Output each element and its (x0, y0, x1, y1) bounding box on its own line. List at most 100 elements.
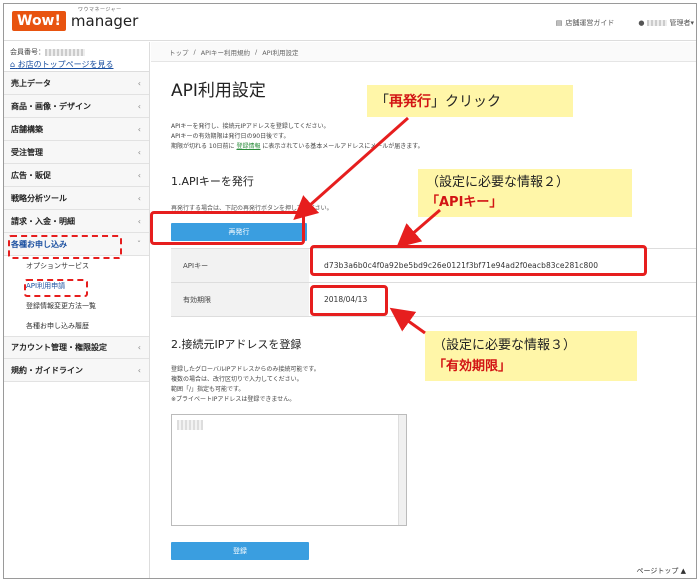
callout-text: 」クリック (431, 94, 501, 110)
callout-text-red: 「APIキー」 (426, 195, 503, 210)
sidebar-item-account[interactable]: アカウント管理・権限設定 ‹ (4, 336, 149, 359)
sidebar-subitem-label: オプションサービス (26, 262, 89, 270)
store-top-link-label: お店のトップページを見る (17, 60, 114, 69)
admin-menu[interactable]: ● 管理者▾ (638, 18, 694, 28)
guide-link[interactable]: ▤ 店舗運営ガイド (556, 18, 615, 28)
sidebar-item-products[interactable]: 商品・画像・デザイン ‹ (4, 95, 149, 118)
store-top-link[interactable]: ⌂ お店のトップページを見る (10, 59, 143, 70)
section-issue-key-title: 1.APIキーを発行 (171, 175, 254, 188)
logo[interactable]: Wow! manager ワウマネージャー (12, 7, 139, 31)
page-top-link[interactable]: ページトップ ▲ (637, 566, 686, 576)
sidebar-subitem-history[interactable]: 各種お申し込み履歴 (4, 316, 149, 336)
registration-info-link[interactable]: 登録情報 (236, 143, 260, 150)
desc-text: に表示されている基本メールアドレスにメールが届きます。 (260, 143, 424, 150)
section-ip-title: 2.接続元IPアドレスを登録 (171, 338, 302, 351)
sidebar-item-label: 受注管理 (11, 147, 43, 157)
ip-desc-line: 複数の場合は、改行区切りで入力してください。 (171, 376, 303, 383)
chevron-left-icon: ‹ (137, 193, 141, 203)
page-description: APIキーを発行し、接続元IPアドレスを登録してください。 APIキーの有効期限… (171, 122, 424, 152)
chevron-left-icon: ‹ (137, 78, 141, 88)
sidebar-item-label: 戦略分析ツール (11, 193, 67, 203)
ip-desc-line: ※プライベートIPアドレスは登録できません。 (171, 396, 296, 403)
main-content: トップ / APIキー利用規約 / API利用設定 API利用設定 APIキーを… (151, 42, 696, 578)
logo-manager: manager (70, 12, 139, 30)
book-icon: ▤ (555, 19, 563, 27)
highlight-reissue-button (150, 211, 305, 245)
textarea-scrollbar[interactable] (398, 415, 406, 525)
desc-line: 期限が切れる 10日前に 登録情報 に表示されている基本メールアドレスにメールが… (171, 142, 424, 152)
sidebar-item-orders[interactable]: 受注管理 ‹ (4, 141, 149, 164)
sidebar-item-analysis[interactable]: 戦略分析ツール ‹ (4, 187, 149, 210)
member-label: 会員番号： (10, 48, 45, 56)
chevron-left-icon: ‹ (137, 365, 141, 375)
callout-text: 「 (375, 94, 389, 110)
breadcrumb-sep: / (193, 47, 196, 56)
sidebar-item-label: 商品・画像・デザイン (11, 101, 91, 111)
member-info: 会員番号： ⌂ お店のトップページを見る (4, 42, 149, 72)
top-links: ▤ 店舗運営ガイド ● 管理者▾ (556, 18, 694, 28)
table-row: 有効期限 2018/04/13 (171, 283, 696, 317)
chevron-left-icon: ‹ (137, 101, 141, 111)
breadcrumb-current: API利用設定 (262, 48, 299, 57)
sidebar-item-ads[interactable]: 広告・販促 ‹ (4, 164, 149, 187)
desc-text: 期限が切れる 10日前に (171, 143, 237, 150)
sidebar-item-label: 広告・販促 (11, 170, 51, 180)
sidebar-item-label: アカウント管理・権限設定 (11, 343, 107, 352)
ip-description: 登録したグローバルIPアドレスからのみ接続可能です。 複数の場合は、改行区切りで… (171, 365, 320, 405)
top-bar: Wow! manager ワウマネージャー ▤ 店舗運営ガイド ● 管理者▾ (4, 4, 696, 41)
desc-line: APIキーを発行し、接続元IPアドレスを登録してください。 (171, 123, 330, 130)
member-number-blurred (45, 48, 85, 56)
logo-wow: Wow! (12, 11, 66, 31)
callout-text: （設定に必要な情報２） (426, 175, 570, 190)
register-button[interactable]: 登録 (171, 542, 309, 560)
guide-link-label: 店舗運営ガイド (565, 19, 615, 27)
ip-address-textarea[interactable] (171, 414, 407, 526)
admin-label: 管理者 (669, 19, 691, 27)
chevron-left-icon: ‹ (137, 170, 141, 180)
callout-expiry: （設定に必要な情報３） 「有効期限」 (425, 331, 637, 381)
sidebar-item-label: 規約・ガイドライン (11, 365, 83, 375)
sidebar: 会員番号： ⌂ お店のトップページを見る 売上データ ‹ 商品・画像・デザイン ‹ … (4, 42, 150, 578)
chevron-left-icon: ‹ (137, 343, 141, 352)
apikey-label: APIキー (171, 249, 309, 282)
sidebar-subitem-label: 登録情報変更方法一覧 (26, 302, 96, 310)
sidebar-item-sales[interactable]: 売上データ ‹ (4, 72, 149, 95)
callout-text-red: 再発行 (389, 94, 431, 110)
chevron-left-icon: ‹ (137, 124, 141, 134)
highlight-applications (8, 235, 122, 259)
callout-text: （設定に必要な情報３） (433, 338, 577, 353)
sidebar-item-label: 店舗構築 (11, 124, 43, 134)
sidebar-item-label: 売上データ (11, 78, 51, 88)
breadcrumb-home[interactable]: トップ (169, 47, 189, 57)
sidebar-subitem-reg-change[interactable]: 登録情報変更方法一覧 (4, 296, 149, 316)
breadcrumb-sep: / (255, 47, 258, 56)
page-title: API利用設定 (171, 81, 266, 101)
callout-reissue: 「再発行 」クリック (367, 85, 573, 117)
highlight-expiry (310, 285, 388, 316)
sidebar-subitem-label: 各種お申し込み履歴 (26, 322, 89, 330)
sidebar-subitem-options[interactable]: オプションサービス (4, 256, 149, 276)
expiry-label: 有効期限 (171, 283, 309, 316)
ip-blurred-text (177, 420, 203, 430)
callout-apikey: （設定に必要な情報２） 「APIキー」 (418, 169, 632, 217)
sidebar-item-store-build[interactable]: 店舗構築 ‹ (4, 118, 149, 141)
logo-ruby: ワウマネージャー (78, 7, 122, 13)
chevron-left-icon: ‹ (137, 147, 141, 157)
home-icon: ⌂ (10, 60, 16, 69)
chevron-down-icon: ˇ (137, 239, 141, 249)
breadcrumb: トップ / APIキー利用規約 / API利用設定 (151, 42, 696, 62)
highlight-apikey (310, 245, 647, 276)
breadcrumb-parent[interactable]: APIキー利用規約 (201, 47, 250, 57)
sidebar-item-label: 請求・入金・明細 (11, 216, 75, 226)
ip-desc-line: 範囲「/」指定も可能です。 (171, 386, 245, 393)
ip-desc-line: 登録したグローバルIPアドレスからのみ接続可能です。 (171, 366, 320, 373)
sidebar-item-terms[interactable]: 規約・ガイドライン ‹ (4, 359, 149, 382)
admin-blur (647, 20, 668, 26)
highlight-api-subitem (24, 279, 88, 297)
caret-down-icon: ▾ (690, 19, 694, 27)
callout-text-red: 「有効期限」 (433, 359, 512, 374)
user-icon: ● (638, 19, 645, 27)
sidebar-item-billing[interactable]: 請求・入金・明細 ‹ (4, 210, 149, 233)
desc-line: APIキーの有効期限は発行日の90日後です。 (171, 133, 290, 140)
chevron-left-icon: ‹ (137, 216, 141, 226)
